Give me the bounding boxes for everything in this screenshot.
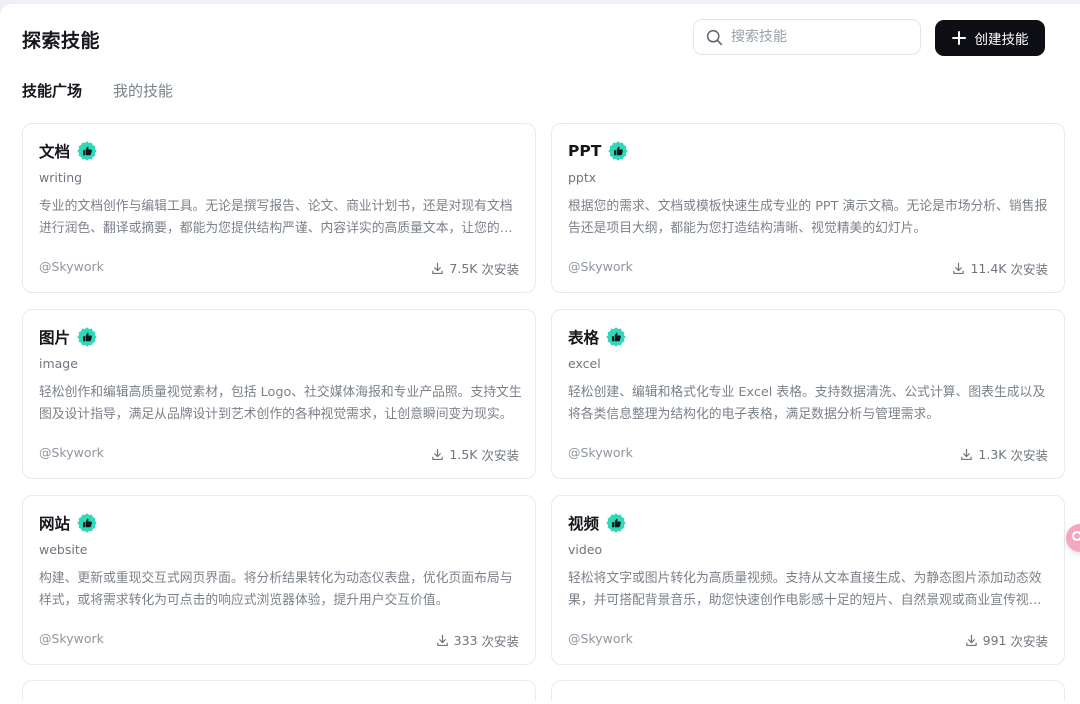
skill-card-header: 图片	[39, 326, 98, 348]
skill-name: 图片	[39, 329, 71, 347]
skill-slug: image	[39, 356, 78, 371]
skill-card-pptx[interactable]: PPT pptx 根据您的需求、文档或模板快速生成专业的 PPT 演示文稿。无论是市…	[551, 123, 1065, 293]
search-input[interactable]	[731, 29, 901, 45]
skill-card-image[interactable]: 图片 image 轻松创作和编辑高质量视觉素材，包括 Logo、社交媒体海报和专业产…	[22, 309, 536, 479]
install-count: 333	[453, 633, 478, 648]
install-suffix: 次安装	[1010, 448, 1048, 463]
skill-card-header: PPT	[568, 140, 629, 162]
thumbs-up-icon	[607, 140, 629, 162]
skill-author: @Skywork	[568, 631, 633, 646]
install-suffix: 次安装	[1010, 262, 1048, 277]
install-suffix: 次安装	[481, 262, 519, 277]
skill-author: @Skywork	[39, 631, 104, 646]
skill-description: 轻松创作和编辑高质量视觉素材，包括 Logo、社交媒体海报和专业产品照。支持文生…	[39, 385, 522, 422]
skill-card-header: 文档	[39, 140, 98, 162]
skill-description: 轻松创建、编辑和格式化专业 Excel 表格。支持数据清洗、公式计算、图表生成以…	[568, 385, 1046, 422]
partial-card[interactable]	[551, 680, 1065, 700]
skill-author: @Skywork	[568, 259, 633, 274]
thumbs-up-icon	[605, 326, 627, 348]
skill-installs: 7.5K 次安装	[431, 259, 519, 278]
install-suffix: 次安装	[481, 448, 519, 463]
skill-name: 表格	[568, 329, 600, 347]
install-suffix: 次安装	[1010, 634, 1048, 649]
skill-author: @Skywork	[39, 445, 104, 460]
skill-description: 根据您的需求、文档或模板快速生成专业的 PPT 演示文稿。无论是市场分析、销售报…	[568, 199, 1048, 236]
skill-name: 视频	[568, 515, 600, 533]
tab-bar: 技能广场 我的技能	[22, 80, 173, 101]
download-icon	[431, 448, 449, 461]
thumbs-up-icon	[605, 512, 627, 534]
page-title: 探索技能	[22, 30, 101, 52]
skill-card-header: 表格	[568, 326, 627, 348]
skill-card-video[interactable]: 视频 video 轻松将文字或图片转化为高质量视频。支持从文本直接生成、为静态图片添…	[551, 495, 1065, 665]
skill-installs: 991 次安装	[965, 631, 1048, 650]
skill-slug: website	[39, 542, 88, 557]
skill-slug: video	[568, 542, 603, 557]
download-icon	[965, 634, 983, 647]
skill-name: 文档	[39, 143, 71, 161]
skill-name: PPT	[568, 142, 602, 160]
search-icon	[706, 29, 723, 45]
skill-card-excel[interactable]: 表格 excel 轻松创建、编辑和格式化专业 Excel 表格。支持数据清洗、公式计…	[551, 309, 1065, 479]
download-icon	[436, 634, 454, 647]
create-skill-label: 创建技能	[974, 32, 1029, 48]
thumbs-up-icon	[76, 140, 98, 162]
download-icon	[431, 262, 449, 275]
skill-author: @Skywork	[39, 259, 104, 274]
skill-description: 轻松将文字或图片转化为高质量视频。支持从文本直接生成、为静态图片添加动态效果，并…	[568, 571, 1042, 608]
skill-installs: 333 次安装	[436, 631, 519, 650]
skill-slug: excel	[568, 356, 601, 371]
skill-card-website[interactable]: 网站 website 构建、更新或重现交互式网页界面。将分析结果转化为动态仪表盘，优…	[22, 495, 536, 665]
search-box[interactable]	[693, 19, 921, 55]
skill-description: 专业的文档创作与编辑工具。无论是撰写报告、论文、商业计划书，还是对现有文档进行润…	[39, 199, 513, 236]
skill-card-writing[interactable]: 文档 writing 专业的文档创作与编辑工具。无论是撰写报告、论文、商业计划书，还…	[22, 123, 536, 293]
install-count: 7.5K	[449, 261, 478, 276]
skill-slug: pptx	[568, 170, 597, 185]
thumbs-up-icon	[76, 512, 98, 534]
tab-my-skills[interactable]: 我的技能	[113, 80, 173, 101]
skill-author: @Skywork	[568, 445, 633, 460]
install-count: 11.4K	[970, 261, 1007, 276]
install-count: 1.5K	[449, 447, 478, 462]
skill-name: 网站	[39, 515, 71, 533]
create-skill-button[interactable]: 创建技能	[935, 20, 1045, 56]
skill-description: 构建、更新或重现交互式网页界面。将分析结果转化为动态仪表盘，优化页面布局与样式，…	[39, 571, 513, 608]
skill-installs: 1.5K 次安装	[431, 445, 519, 464]
skill-card-header: 网站	[39, 512, 98, 534]
install-count: 991	[982, 633, 1007, 648]
partial-card[interactable]	[22, 680, 536, 700]
thumbs-up-icon	[76, 326, 98, 348]
plus-icon	[951, 31, 966, 45]
tab-skill-plaza[interactable]: 技能广场	[22, 80, 82, 101]
skill-installs: 1.3K 次安装	[960, 445, 1048, 464]
skill-slug: writing	[39, 170, 83, 185]
skill-card-header: 视频	[568, 512, 627, 534]
install-count: 1.3K	[978, 447, 1007, 462]
download-icon	[952, 262, 970, 275]
install-suffix: 次安装	[481, 634, 519, 649]
download-icon	[960, 448, 978, 461]
skill-installs: 11.4K 次安装	[952, 259, 1048, 278]
